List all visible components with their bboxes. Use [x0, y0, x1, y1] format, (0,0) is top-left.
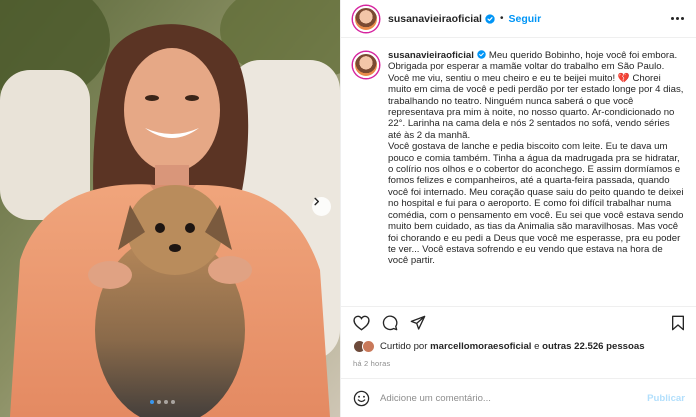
- carousel-dot: [171, 400, 175, 404]
- comment-icon: [382, 315, 398, 330]
- carousel-indicator: [150, 400, 175, 404]
- likes-prefix: Curtido por: [380, 341, 428, 352]
- post-photo[interactable]: [0, 0, 340, 417]
- caption-paragraph-2: Você gostava de lanche e pedia biscoito …: [388, 141, 684, 267]
- chevron-right-icon: [314, 197, 320, 206]
- comment-button[interactable]: [382, 315, 398, 331]
- post-header: susanavieiraoficial • Seguir: [341, 0, 696, 38]
- emoji-icon: [353, 390, 370, 406]
- post-side-panel: susanavieiraoficial • Seguir susanavieir…: [340, 0, 696, 417]
- carousel-dot: [157, 400, 161, 404]
- instagram-post: susanavieiraoficial • Seguir susanavieir…: [0, 0, 696, 417]
- share-icon: [410, 315, 426, 330]
- liker-avatar: [362, 340, 375, 353]
- comment-bar: Publicar: [341, 378, 696, 417]
- likes-text: Curtido por marcellomoraesoficial e outr…: [380, 341, 645, 352]
- emoji-button[interactable]: [353, 390, 370, 407]
- publish-button[interactable]: Publicar: [647, 393, 685, 404]
- caption-paragraph-1: susanavieiraoficial Meu querido Bobinho, …: [388, 50, 685, 141]
- more-options-icon[interactable]: [671, 17, 684, 20]
- caption-body-1: Meu querido Bobinho, hoje você foi embor…: [388, 50, 684, 141]
- likes-middle: e: [534, 341, 540, 352]
- post-timestamp[interactable]: há 2 horas: [353, 359, 390, 368]
- likes-user[interactable]: marcellomoraesoficial: [430, 341, 531, 352]
- photo-illustration: [0, 0, 340, 417]
- bookmark-icon: [672, 315, 684, 330]
- verified-badge-icon: [477, 50, 486, 59]
- likes-summary: Curtido por marcellomoraesoficial e outr…: [353, 340, 645, 353]
- action-bar: [341, 306, 696, 338]
- comment-input[interactable]: [380, 392, 620, 404]
- follow-button[interactable]: Seguir: [508, 13, 541, 25]
- caption-avatar[interactable]: [353, 52, 379, 78]
- caption-text: susanavieiraoficial Meu querido Bobinho, …: [388, 50, 685, 305]
- likes-others[interactable]: outras 22.526 pessoas: [542, 341, 644, 352]
- caption-username[interactable]: susanavieiraoficial: [388, 50, 474, 61]
- header-username[interactable]: susanavieiraoficial: [388, 13, 482, 25]
- header-separator: •: [499, 13, 504, 24]
- caption-section: susanavieiraoficial Meu querido Bobinho, …: [341, 38, 696, 305]
- carousel-dot: [164, 400, 168, 404]
- like-button[interactable]: [353, 315, 370, 331]
- save-button[interactable]: [671, 315, 685, 331]
- verified-badge-icon: [485, 13, 495, 24]
- share-button[interactable]: [410, 315, 426, 331]
- carousel-dot-active: [150, 400, 154, 404]
- carousel-next-button[interactable]: [312, 197, 331, 216]
- avatar[interactable]: [353, 5, 379, 32]
- heart-icon: [353, 315, 370, 331]
